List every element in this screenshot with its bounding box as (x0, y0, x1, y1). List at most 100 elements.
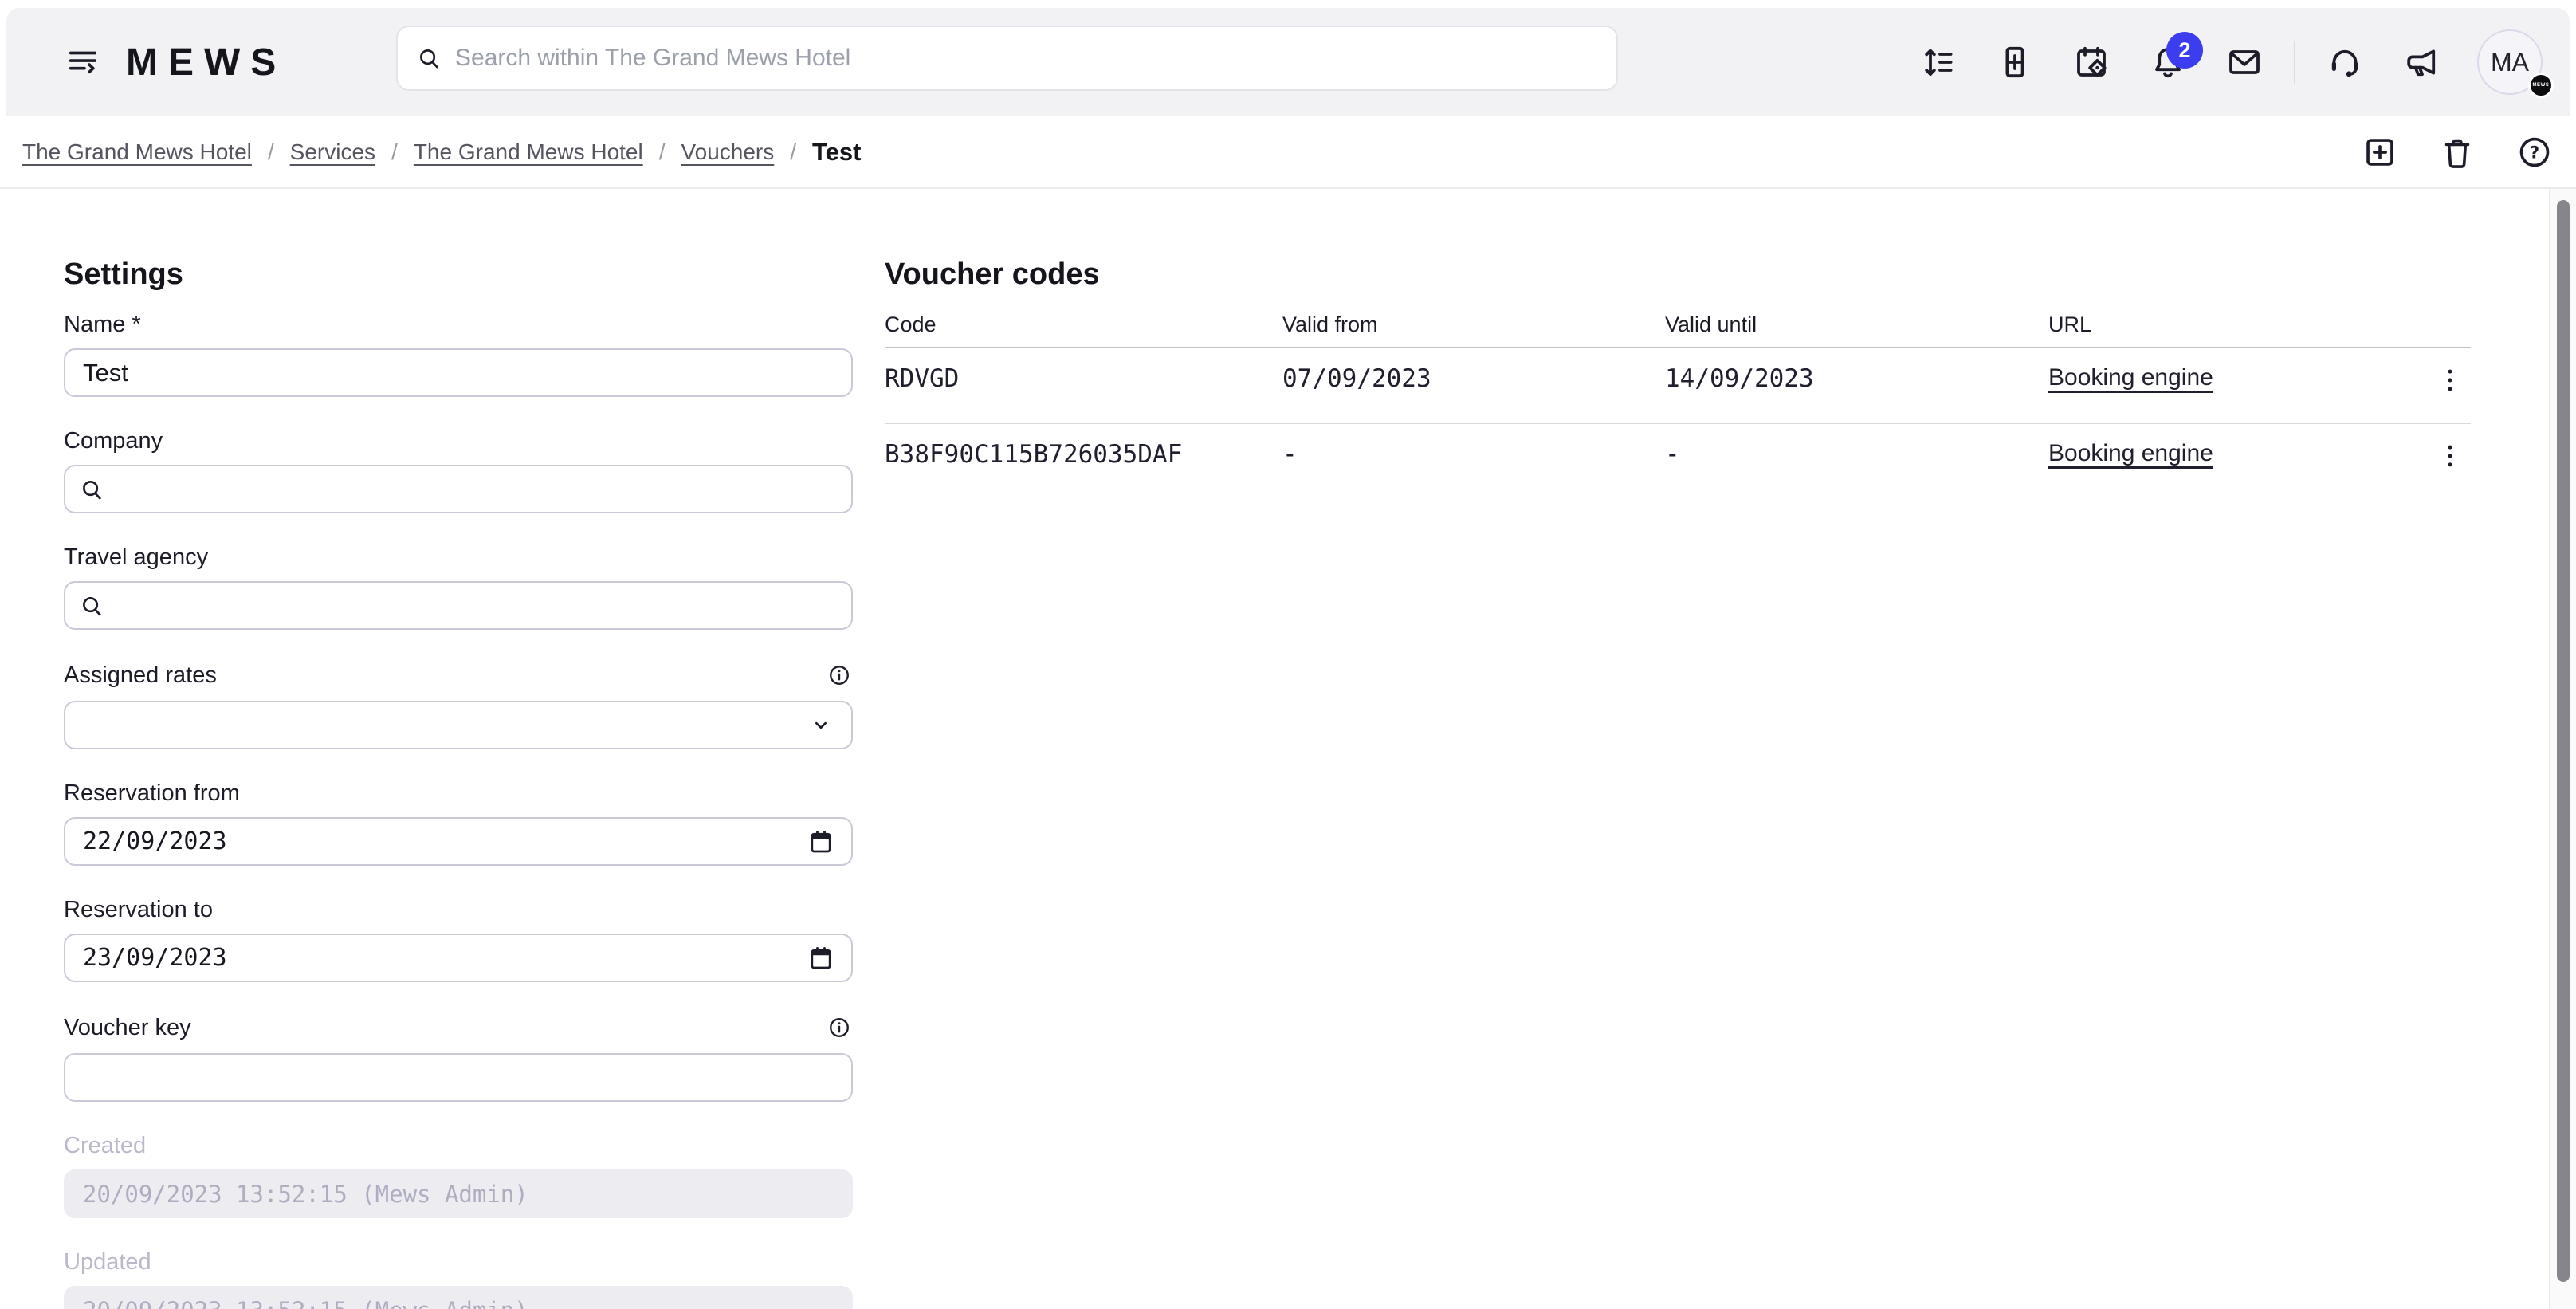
delete-button[interactable] (2438, 133, 2476, 171)
reservation-to-calendar-button[interactable] (805, 942, 837, 974)
breadcrumb-current: Test (812, 138, 861, 167)
topbar-divider (2294, 41, 2295, 84)
name-input[interactable] (64, 348, 853, 397)
notification-badge: 2 (2166, 32, 2203, 69)
company-label: Company (64, 429, 163, 453)
voucher-key-label: Voucher key (64, 1016, 191, 1040)
svg-text:?: ? (2530, 142, 2539, 162)
field-company: Company (64, 429, 853, 513)
row-menu-button[interactable] (2433, 360, 2468, 401)
updated-value (64, 1286, 853, 1309)
column-header-valid-from: Valid from (1282, 313, 1665, 337)
notifications-button[interactable]: 2 (2147, 41, 2189, 83)
column-header-code: Code (885, 313, 1282, 337)
mews-avatar-badge: MEWS (2528, 73, 2554, 98)
updated-label: Updated (64, 1250, 151, 1274)
field-reservation-to: Reservation to (64, 898, 853, 982)
chevron-down-icon (807, 712, 834, 739)
field-created: Created (64, 1134, 853, 1218)
megaphone-icon (2402, 43, 2441, 81)
kebab-menu-icon (2434, 437, 2466, 475)
company-search-input[interactable] (64, 465, 853, 513)
cell-valid-until: 14/09/2023 (1665, 364, 2048, 393)
row-menu-button[interactable] (2433, 435, 2468, 477)
page-actions: ? (2361, 133, 2554, 171)
help-icon: ? (2516, 134, 2553, 171)
settings-title: Settings (64, 256, 853, 293)
user-avatar[interactable]: MA MEWS (2477, 29, 2543, 95)
add-icon (1996, 43, 2034, 81)
breadcrumb-link-property-2[interactable]: The Grand Mews Hotel (414, 140, 643, 165)
booking-engine-link[interactable]: Booking engine (2048, 364, 2213, 391)
created-label: Created (64, 1134, 146, 1158)
sort-order-icon (1919, 43, 1958, 81)
kebab-menu-icon (2434, 361, 2466, 399)
menu-icon (65, 44, 101, 81)
voucher-codes-section: Voucher codes Code Valid from Valid unti… (885, 256, 2471, 1309)
name-label: Name * (64, 313, 141, 336)
global-search (396, 26, 1618, 91)
top-bar: MEWS (6, 8, 2570, 116)
voucher-key-input[interactable] (64, 1053, 853, 1102)
vertical-scrollbar-track[interactable] (2549, 189, 2576, 1309)
add-reservation-button[interactable] (1994, 41, 2036, 83)
travel-agency-search-input[interactable] (64, 581, 853, 630)
travel-agency-label: Travel agency (64, 545, 208, 569)
reservation-to-input[interactable] (64, 934, 853, 982)
breadcrumb-link-vouchers[interactable]: Vouchers (681, 140, 775, 165)
mail-icon (2225, 43, 2264, 81)
announcements-button[interactable] (2401, 41, 2442, 83)
reservation-from-label: Reservation from (64, 781, 240, 805)
voucher-key-info-button[interactable] (826, 1014, 853, 1041)
calendar-icon (807, 944, 835, 973)
action-log-button[interactable] (1918, 41, 1959, 83)
assigned-rates-label: Assigned rates (64, 663, 217, 687)
cell-code: B38F90C115B726035DAF (885, 440, 1282, 469)
support-button[interactable] (2324, 41, 2366, 83)
breadcrumb-separator: / (659, 140, 666, 165)
main-menu-button[interactable] (61, 40, 105, 85)
breadcrumb: The Grand Mews Hotel / Services / The Gr… (0, 116, 2576, 189)
add-voucher-button[interactable] (2361, 133, 2399, 171)
breadcrumb-separator: / (790, 140, 796, 165)
booking-engine-link[interactable]: Booking engine (2048, 440, 2213, 466)
voucher-codes-title: Voucher codes (885, 256, 2471, 293)
reservation-from-input[interactable] (64, 817, 853, 866)
breadcrumb-separator: / (268, 140, 274, 165)
reservation-to-label: Reservation to (64, 898, 213, 922)
availability-button[interactable] (2071, 41, 2112, 83)
assigned-rates-select[interactable] (64, 701, 853, 749)
select-open-button[interactable] (805, 710, 837, 741)
breadcrumb-link-services[interactable]: Services (290, 140, 375, 165)
field-voucher-key: Voucher key (64, 1014, 853, 1102)
search-input[interactable] (442, 27, 1616, 89)
search-icon (415, 45, 442, 72)
settings-section: Settings Name * Company Travel agency (64, 256, 853, 1309)
table-row: B38F90C115B726035DAF - - Booking engine (885, 424, 2471, 500)
info-icon (827, 1016, 851, 1040)
field-reservation-from: Reservation from (64, 781, 853, 866)
vertical-scrollbar-thumb[interactable] (2557, 200, 2570, 1282)
calendar-compass-icon (2072, 43, 2111, 81)
column-header-valid-until: Valid until (1665, 313, 2048, 337)
reservation-from-calendar-button[interactable] (805, 826, 837, 858)
assigned-rates-info-button[interactable] (826, 662, 853, 689)
created-value (64, 1169, 853, 1218)
help-button[interactable]: ? (2515, 133, 2554, 171)
field-travel-agency: Travel agency (64, 545, 853, 630)
breadcrumb-link-property[interactable]: The Grand Mews Hotel (22, 140, 252, 165)
field-assigned-rates: Assigned rates (64, 662, 853, 749)
breadcrumb-separator: / (391, 140, 398, 165)
cell-valid-from: 07/09/2023 (1282, 364, 1665, 393)
headset-icon (2326, 43, 2364, 81)
plus-square-icon (2362, 134, 2398, 171)
cell-code: RDVGD (885, 364, 1282, 393)
field-updated: Updated (64, 1250, 853, 1309)
cell-valid-until: - (1665, 440, 2048, 469)
main-content: Settings Name * Company Travel agency (0, 189, 2549, 1309)
avatar-initials: MA (2491, 48, 2529, 77)
mews-logo[interactable]: MEWS (126, 41, 286, 85)
messages-button[interactable] (2224, 41, 2265, 83)
info-icon (827, 663, 851, 687)
cell-valid-from: - (1282, 440, 1665, 469)
